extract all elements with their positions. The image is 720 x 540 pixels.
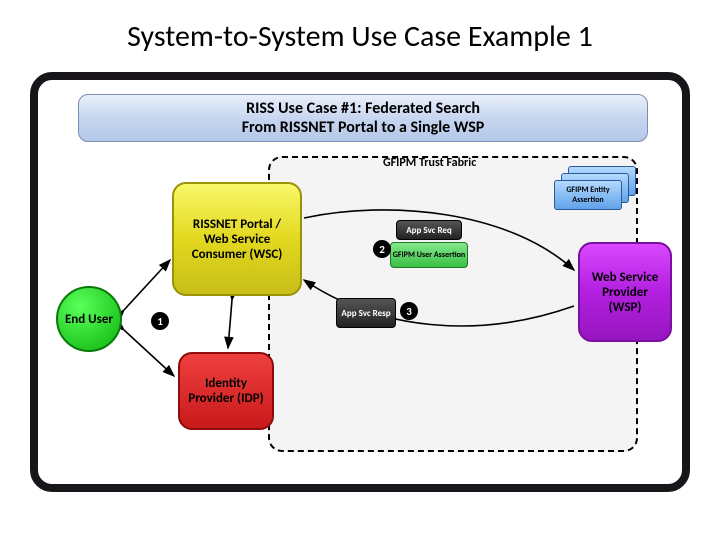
banner: RISS Use Case #1: Federated Search From … [78,94,648,142]
trust-fabric-label: GFIPM Trust Fabric [383,156,476,170]
step-1-badge: 1 [151,312,169,330]
node-end-user: End User [56,286,122,352]
entity-assertion-card: GFIPM Entity Assertion [554,180,622,210]
step-2-badge: 2 [373,240,391,258]
tag-app-svc-resp: App Svc Resp [336,298,396,328]
entity-assertion-stack: GFIPM Entity Assertion [554,166,636,210]
step-3-badge: 3 [400,302,418,320]
slide-title: System-to-System Use Case Example 1 [0,0,720,65]
tag-user-assertion: GFIPM User Assertion [390,242,468,268]
node-wsp: Web Service Provider (WSP) [578,242,672,342]
diagram-frame: RISS Use Case #1: Federated Search From … [30,72,690,492]
banner-line-1: RISS Use Case #1: Federated Search [246,99,480,118]
tag-app-svc-req: App Svc Req [396,220,462,240]
node-rissnet-wsc: RISSNET Portal / Web Service Consumer (W… [172,182,302,296]
banner-line-2: From RISSNET Portal to a Single WSP [242,118,485,137]
node-idp: Identity Provider (IDP) [178,352,274,430]
